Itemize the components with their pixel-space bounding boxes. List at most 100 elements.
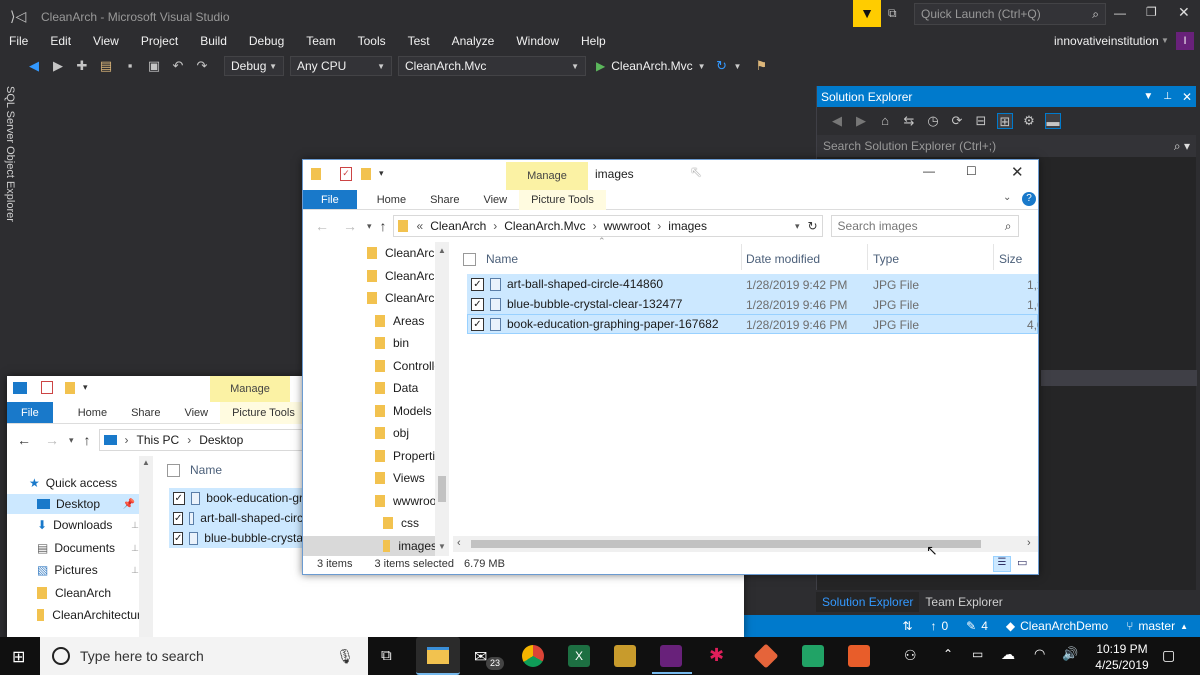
breadcrumb-this-pc[interactable]: This PC <box>137 433 180 447</box>
windows-start-icon[interactable]: ⊞ <box>12 647 25 667</box>
nav-cleanarchitecture[interactable]: CleanArchitectur <box>37 608 141 622</box>
tree-item-views[interactable]: Views <box>375 471 425 485</box>
menu-view[interactable]: View <box>93 34 119 48</box>
configuration-select[interactable]: Debug ▼ <box>224 56 284 76</box>
home-icon[interactable]: ⌂ <box>877 113 893 129</box>
pending-changes-icon[interactable]: ◷ <box>925 113 941 129</box>
feedback-filter-icon[interactable]: ▼ <box>853 0 881 27</box>
navigate-back-icon[interactable]: ◀ <box>26 58 42 74</box>
show-hidden-icons-icon[interactable]: ⌃ <box>943 647 953 661</box>
breadcrumb-cleanarch[interactable]: CleanArch <box>430 219 486 233</box>
tree-item-wwwroot[interactable]: wwwroot <box>375 494 440 508</box>
excel-icon[interactable]: X <box>568 645 590 667</box>
table-row[interactable]: ✓ book-education-graphing-paper-167682 1/… <box>467 314 1038 334</box>
select-all-checkbox[interactable] <box>167 463 180 477</box>
properties-icon[interactable]: ✓ <box>340 167 352 181</box>
tree-item-data[interactable]: Data <box>375 381 418 395</box>
tab-home[interactable]: Home <box>357 194 418 206</box>
show-all-files-icon[interactable]: ⊞ <box>997 113 1013 129</box>
pin-icon[interactable]: 📌 <box>123 499 135 510</box>
startup-project-select[interactable]: CleanArch.Mvc ▼ <box>398 56 586 76</box>
manage-tab-header[interactable]: Manage <box>506 162 588 190</box>
open-file-icon[interactable]: ▤ <box>98 58 114 74</box>
run-button[interactable]: CleanArch.Mvc <box>611 59 692 73</box>
menu-analyze[interactable]: Analyze <box>452 34 495 48</box>
manage-tab-header[interactable]: Manage <box>210 376 290 402</box>
repository[interactable]: ◆ CleanArchDemo <box>1006 619 1108 633</box>
tab-team-explorer[interactable]: Team Explorer <box>919 592 1008 612</box>
onedrive-icon[interactable]: ☁ <box>1001 646 1015 663</box>
preview-icon[interactable]: ▬ <box>1045 113 1061 129</box>
tab-home[interactable]: Home <box>53 407 119 419</box>
menu-build[interactable]: Build <box>200 34 227 48</box>
menu-edit[interactable]: Edit <box>50 34 71 48</box>
tree-item-bin[interactable]: bin <box>375 336 409 350</box>
refresh-icon[interactable]: ↻ <box>714 58 730 74</box>
tree-item-controllers[interactable]: Controlle <box>375 359 441 373</box>
wifi-icon[interactable]: ◠ <box>1034 646 1045 662</box>
column-divider[interactable] <box>867 244 868 270</box>
images-address-bar[interactable]: « CleanArch › CleanArch.Mvc › wwwroot › … <box>392 215 823 237</box>
column-divider[interactable] <box>993 244 994 270</box>
menu-debug[interactable]: Debug <box>249 34 284 48</box>
column-header-size[interactable]: Size <box>999 252 1022 266</box>
list-item[interactable]: ✓ blue-bubble-crysta <box>169 528 303 548</box>
list-item[interactable]: ✓ book-education-gr <box>169 488 303 508</box>
tab-file[interactable]: File <box>7 402 53 423</box>
office-app-icon[interactable] <box>753 643 779 669</box>
expand-ribbon-icon[interactable]: ⌄ <box>1003 192 1011 203</box>
refresh-icon[interactable]: ↻ <box>807 219 817 233</box>
menu-tools[interactable]: Tools <box>358 34 386 48</box>
undo-icon[interactable]: ↶ <box>170 58 186 74</box>
slack-icon[interactable]: ✱ <box>709 645 724 666</box>
tab-share[interactable]: Share <box>418 194 471 206</box>
checkbox-checked-icon[interactable]: ✓ <box>173 511 184 525</box>
tree-item-cleanarch-3[interactable]: CleanArch. <box>367 291 444 305</box>
checkbox-checked-icon[interactable]: ✓ <box>173 491 185 505</box>
select-all-checkbox[interactable] <box>463 252 476 266</box>
customize-toolbar-icon[interactable]: ▾ <box>379 168 384 179</box>
tab-picture-tools[interactable]: Picture Tools <box>519 189 606 210</box>
breadcrumb-desktop[interactable]: Desktop <box>199 433 243 447</box>
horizontal-scrollbar[interactable]: ‹ › <box>453 536 1038 552</box>
minimize-button[interactable]: — <box>923 164 935 178</box>
scroll-thumb[interactable] <box>438 476 446 502</box>
breadcrumb-wwwroot[interactable]: wwwroot <box>604 219 651 233</box>
platform-select[interactable]: Any CPU ▼ <box>290 56 392 76</box>
menu-window[interactable]: Window <box>516 34 559 48</box>
column-header-type[interactable]: Type <box>873 252 899 266</box>
large-icons-view-icon[interactable]: ▭ <box>1017 556 1027 569</box>
snagit-icon[interactable] <box>848 645 870 667</box>
column-divider[interactable] <box>741 244 742 270</box>
tab-view[interactable]: View <box>471 194 519 206</box>
new-folder-icon[interactable] <box>65 382 75 394</box>
battery-icon[interactable]: ▭ <box>972 647 983 661</box>
collapse-all-icon[interactable]: ⊟ <box>973 113 989 129</box>
forward-arrow-icon[interactable]: → <box>45 432 59 448</box>
close-icon[interactable]: ✕ <box>1182 90 1192 104</box>
scroll-thumb[interactable] <box>471 540 981 548</box>
restore-button[interactable]: ❐ <box>1146 5 1157 19</box>
scroll-left-icon[interactable]: ‹ <box>457 537 461 549</box>
chrome-icon[interactable] <box>522 645 544 667</box>
tree-item-images[interactable]: images <box>303 536 437 556</box>
help-icon[interactable]: ? <box>1022 192 1036 206</box>
taskbar-search-box[interactable]: Type here to search 🎙 <box>40 637 368 675</box>
menu-project[interactable]: Project <box>141 34 178 48</box>
scroll-up-icon[interactable]: ▲ <box>438 246 446 255</box>
close-button[interactable]: ✕ <box>1011 163 1024 181</box>
scroll-right-icon[interactable]: › <box>1027 537 1031 549</box>
nav-cleanarch[interactable]: CleanArch <box>37 586 111 600</box>
sql-server-object-explorer-tab[interactable]: SQL Server Object Explorer <box>4 86 16 222</box>
pin-icon[interactable]: ⊥ <box>131 520 139 531</box>
tree-item-properties[interactable]: Propertie <box>375 449 442 463</box>
people-icon[interactable]: ⚇ <box>904 647 917 664</box>
column-header-date[interactable]: Date modified <box>746 252 820 266</box>
checkbox-checked-icon[interactable]: ✓ <box>471 317 484 331</box>
menu-file[interactable]: File <box>9 34 28 48</box>
column-header-name[interactable]: Name <box>463 248 743 270</box>
list-item[interactable]: ✓ art-ball-shaped-circ <box>169 508 303 528</box>
details-view-icon[interactable]: ☰ <box>993 556 1011 572</box>
tree-item-obj[interactable]: obj <box>375 426 409 440</box>
column-header-name[interactable]: Name <box>167 463 222 477</box>
